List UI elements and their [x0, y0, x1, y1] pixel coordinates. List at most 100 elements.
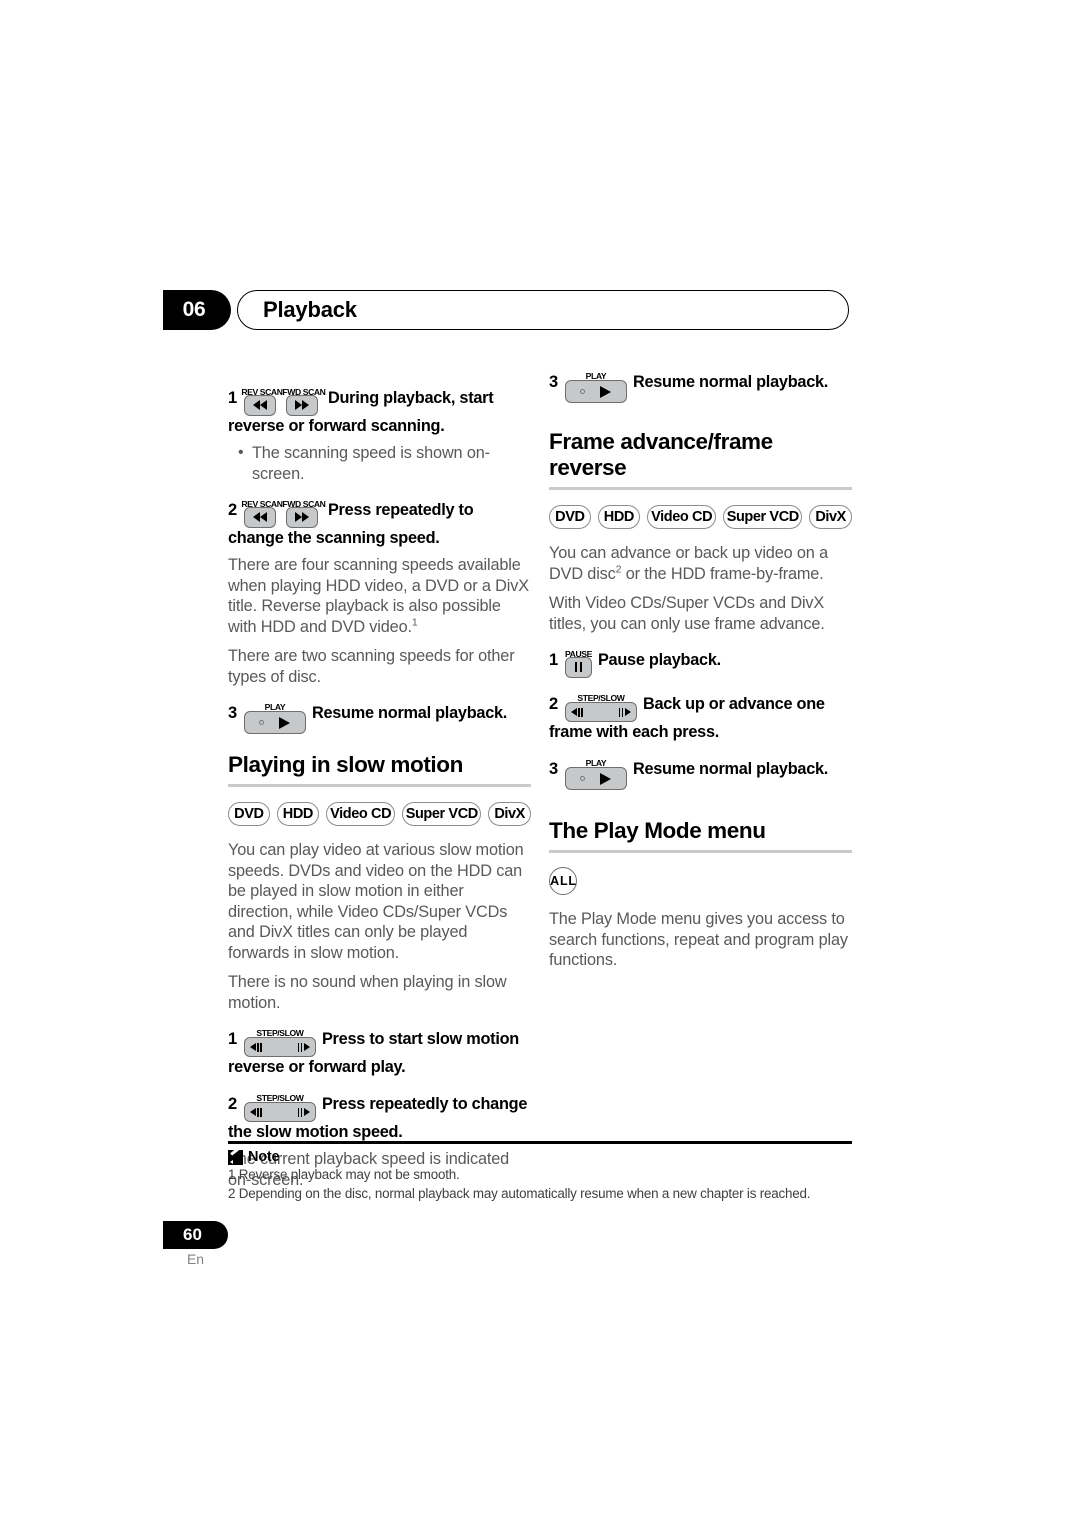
section-playing-slow-motion: Playing in slow motion: [228, 752, 531, 787]
disc-badge-video-cd: Video CD: [326, 802, 396, 826]
pencil-icon: [228, 1149, 243, 1165]
page-number: 60: [163, 1221, 228, 1249]
disc-badge-divx: DivX: [488, 802, 531, 826]
step-frame-2: 2 STEP/SLOW Back up or advance one frame w…: [549, 693, 852, 743]
paragraph-no-sound: There is no sound when playing in slow m…: [228, 973, 507, 1012]
play-dot-icon: [259, 720, 265, 725]
step-text: Pause playback.: [597, 651, 721, 669]
manual-page: 06 Playback 1 REV SCAN FWD SCAN During play…: [0, 0, 1080, 1528]
section-heading: The Play Mode menu: [549, 818, 766, 843]
section-divider: [228, 784, 531, 787]
step-frame-1: 1 PAUSE Pause playback.: [549, 649, 852, 679]
disc-badge-hdd: HDD: [276, 802, 320, 826]
step-number: 2: [228, 1095, 237, 1113]
paragraph-play-mode-intro: The Play Mode menu gives you access to s…: [549, 910, 848, 969]
disc-badge-divx: DivX: [809, 505, 852, 529]
disc-badge-row: DVD HDD Video CD Super VCD DivX: [549, 504, 852, 530]
bullet-dot-icon: •: [238, 444, 244, 461]
paragraph-frame-advance-only: With Video CDs/Super VCDs and DivX title…: [549, 594, 825, 633]
note-block: Note 1 Reverse playback may not be smoot…: [228, 1141, 852, 1202]
step-frame-3: 3 PLAY Resume normal playback.: [549, 758, 852, 790]
step-slow-key-caption: STEP/SLOW: [256, 1028, 304, 1038]
play-key: PLAY: [243, 702, 306, 734]
section-heading: Frame advance/frame reverse: [549, 429, 773, 480]
step-text: Resume normal playback.: [632, 760, 829, 778]
play-key: PLAY: [564, 758, 627, 790]
step-number: 1: [228, 389, 237, 407]
play-key-caption: PLAY: [264, 702, 286, 712]
note-divider: [228, 1141, 852, 1145]
bullet-text: The scanning speed is shown on-screen.: [252, 444, 490, 483]
pause-key: PAUSE: [564, 649, 592, 679]
step-slow-key-caption: STEP/SLOW: [256, 1093, 304, 1103]
rev-scan-key: REV SCAN: [241, 499, 283, 529]
play-dot-icon: [580, 776, 586, 781]
disc-badge-dvd: DVD: [228, 802, 270, 826]
right-column: 3 PLAY Resume normal playback. Frame advan…: [549, 371, 852, 980]
paragraph-text: There are four scanning speeds available…: [228, 556, 529, 636]
step-number: 2: [228, 501, 237, 519]
rev-scan-key-caption: REV SCAN: [241, 498, 283, 509]
section-play-mode-menu: The Play Mode menu: [549, 818, 852, 853]
play-icon: [279, 716, 291, 729]
disc-badge-video-cd: Video CD: [647, 505, 717, 529]
play-key-caption: PLAY: [585, 371, 607, 381]
play-key: PLAY: [564, 371, 627, 403]
section-divider: [549, 487, 852, 490]
paragraph-frame-by-frame: You can advance or back up video on a DV…: [549, 543, 852, 584]
note-label: Note: [248, 1149, 280, 1166]
left-column: 1 REV SCAN FWD SCAN During playback, start …: [228, 372, 531, 1199]
page-title: Playback: [263, 297, 357, 322]
play-dot-icon: [580, 389, 586, 394]
page-footer: 60 En: [163, 1221, 283, 1267]
play-icon: [600, 772, 612, 785]
note-header: Note: [228, 1149, 852, 1165]
play-icon: [600, 385, 612, 398]
section-frame-advance: Frame advance/frame reverse: [549, 429, 852, 490]
rev-scan-key-caption: REV SCAN: [241, 386, 283, 397]
step-number: 3: [549, 373, 558, 391]
note-footnote-1: 1 Reverse playback may not be smooth.: [228, 1167, 460, 1183]
step-resume-playback: 3 PLAY Resume normal playback.: [549, 371, 852, 403]
paragraph-scan-speeds: There are four scanning speeds available…: [228, 555, 531, 637]
bullet-scan-speed: • The scanning speed is shown on-screen.: [228, 443, 531, 484]
step-slow-key: STEP/SLOW: [564, 693, 637, 722]
language-label: En: [186, 1251, 205, 1267]
step-slow-2: 2 STEP/SLOW Press repeatedly to change the…: [228, 1093, 531, 1143]
footnote-ref-1: 1: [411, 616, 418, 629]
disc-badge-dvd: DVD: [549, 505, 591, 529]
section-divider: [549, 850, 852, 853]
fwd-scan-key: FWD SCAN: [282, 387, 326, 417]
disc-badge-row: DVD HDD Video CD Super VCD DivX: [228, 801, 531, 827]
pause-key-caption: PAUSE: [564, 648, 592, 659]
step-number: 2: [549, 695, 558, 713]
disc-badge-super-vcd: Super VCD: [723, 505, 803, 529]
step-number: 1: [228, 1030, 237, 1048]
step-text: Resume normal playback.: [311, 704, 508, 722]
disc-badge-all: ALL: [549, 867, 577, 895]
disc-badge-super-vcd: Super VCD: [402, 802, 482, 826]
step-text: Resume normal playback.: [632, 373, 829, 391]
chapter-title-box: Playback: [237, 290, 849, 330]
paragraph-slow-motion-intro: You can play video at various slow motio…: [228, 841, 524, 962]
step-slow-key-caption: STEP/SLOW: [577, 693, 625, 703]
disc-badge-hdd: HDD: [597, 505, 641, 529]
step-slow-1: 1 STEP/SLOW Press to start slow motion rev…: [228, 1028, 531, 1078]
paragraph-text-cont: or the HDD frame-by-frame.: [621, 564, 824, 583]
step-scan-3: 3 PLAY Resume normal playback.: [228, 702, 531, 734]
step-scan-1: 1 REV SCAN FWD SCAN During playback, start …: [228, 387, 531, 437]
paragraph-two-speeds: There are two scanning speeds for other …: [228, 647, 515, 686]
step-number: 3: [549, 760, 558, 778]
fwd-scan-key-caption: FWD SCAN: [282, 386, 326, 397]
step-slow-key: STEP/SLOW: [243, 1093, 316, 1122]
section-heading: Playing in slow motion: [228, 752, 463, 777]
step-number: 3: [228, 704, 237, 722]
step-slow-key: STEP/SLOW: [243, 1028, 316, 1057]
step-number: 1: [549, 651, 558, 669]
fwd-scan-key: FWD SCAN: [282, 499, 326, 529]
step-scan-2: 2 REV SCAN FWD SCAN Press repeatedly to cha…: [228, 499, 531, 549]
play-key-caption: PLAY: [585, 758, 607, 768]
note-footnote-2: 2 Depending on the disc, normal playback…: [228, 1185, 811, 1201]
fwd-scan-key-caption: FWD SCAN: [282, 498, 326, 509]
rev-scan-key: REV SCAN: [241, 387, 283, 417]
